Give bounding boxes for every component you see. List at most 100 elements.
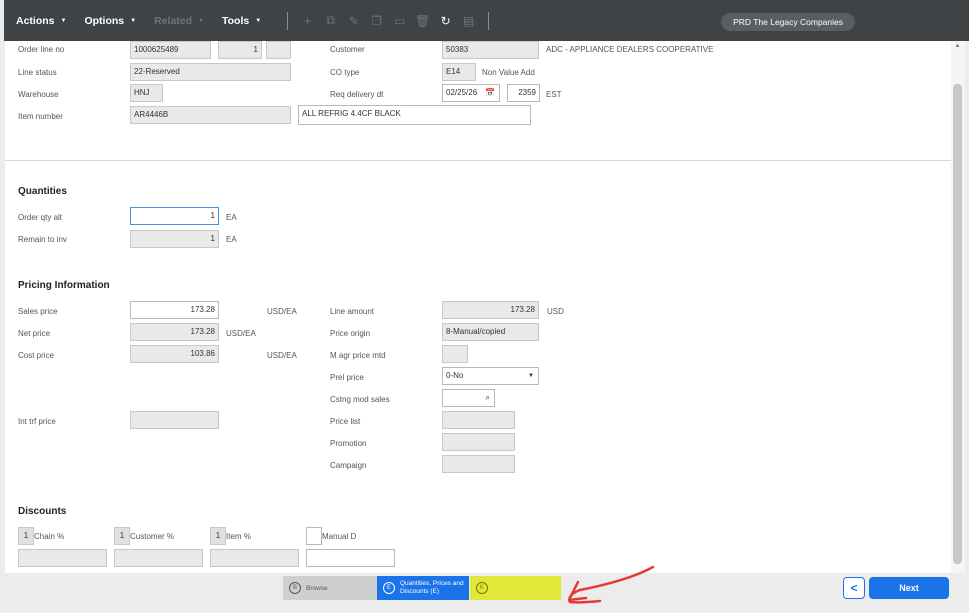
- remain-unit: EA: [226, 235, 237, 244]
- chain-checkbox[interactable]: 1: [18, 527, 34, 545]
- cost-price-label: Cost price: [18, 351, 55, 360]
- price-list-field[interactable]: [442, 411, 515, 429]
- chevron-down-icon: ▼: [198, 17, 204, 24]
- save-icon[interactable]: ▭: [388, 14, 411, 28]
- line-amount-field[interactable]: 173.28: [442, 301, 539, 319]
- copy-icon[interactable]: ⧉: [319, 13, 342, 28]
- co-type-field[interactable]: E14: [442, 63, 476, 81]
- chevron-down-icon: ▼: [255, 17, 262, 24]
- actions-menu[interactable]: Actions ▼: [16, 15, 66, 27]
- tab-qty-label: Quantities, Prices and Discounts (E): [400, 580, 464, 596]
- req-delivery-value: 02/25/26: [446, 88, 478, 97]
- item-discount-label: Item %: [226, 532, 251, 541]
- related-label: Related: [154, 14, 193, 27]
- tab-quantities-prices-discounts[interactable]: E Quantities, Prices and Discounts (E): [377, 576, 469, 600]
- tools-menu[interactable]: Tools ▼: [222, 15, 261, 27]
- discounts-heading: Discounts: [18, 506, 67, 517]
- m-agr-price-label: M agr price mtd: [330, 351, 386, 360]
- duplicate-icon[interactable]: ❐: [365, 14, 388, 28]
- tab-browse-label: Browse: [306, 584, 328, 592]
- company-badge[interactable]: PRD The Legacy Companies: [721, 13, 855, 31]
- add-icon[interactable]: +: [296, 14, 319, 28]
- prel-price-select[interactable]: 0-No ▼: [442, 367, 539, 385]
- m-agr-price-field[interactable]: [442, 345, 468, 363]
- delete-icon[interactable]: 🗑: [411, 14, 434, 28]
- browse-key-icon: B: [289, 582, 301, 594]
- edit-icon[interactable]: ✎: [342, 14, 365, 28]
- item-discount-checkbox[interactable]: 1: [210, 527, 226, 545]
- line-amount-unit: USD: [547, 307, 564, 316]
- tab-k[interactable]: K: [470, 576, 561, 600]
- cost-price-field[interactable]: 103.86: [130, 345, 219, 363]
- options-menu[interactable]: Options ▼: [84, 15, 136, 27]
- order-qty-label: Order qty alt: [18, 213, 63, 222]
- net-price-label: Net price: [18, 329, 51, 338]
- actions-label: Actions: [16, 14, 55, 27]
- search-icon[interactable]: ⌕: [486, 390, 490, 406]
- req-delivery-label: Req delivery dt: [330, 90, 384, 99]
- remain-to-inv-field[interactable]: 1: [130, 230, 219, 248]
- order-qty-input[interactable]: 1: [130, 207, 219, 225]
- chain-label: Chain %: [34, 532, 65, 541]
- req-time-field[interactable]: 2359: [507, 84, 540, 102]
- req-delivery-field[interactable]: 02/25/26 📅: [442, 84, 500, 102]
- sales-price-input[interactable]: 173.28: [130, 301, 219, 319]
- scrollbar-thumb[interactable]: [953, 84, 962, 564]
- tab-browse[interactable]: B Browse: [283, 576, 377, 600]
- warehouse-label: Warehouse: [18, 90, 59, 99]
- sales-price-unit: USD/EA: [267, 307, 297, 316]
- co-type-desc: Non Value Add: [482, 68, 535, 77]
- line-status-field[interactable]: 22-Reserved: [130, 63, 291, 81]
- order-line-no-label: Order line no: [18, 45, 65, 54]
- pricing-heading: Pricing Information: [18, 280, 110, 291]
- line-status-label: Line status: [18, 68, 57, 77]
- quantities-heading: Quantities: [18, 186, 67, 197]
- order-no-field[interactable]: 1000625489: [130, 41, 211, 59]
- item-discount-field[interactable]: [210, 549, 299, 567]
- next-button[interactable]: Next: [869, 577, 949, 599]
- item-description-field[interactable]: ALL REFRIG 4.4CF BLACK: [298, 105, 531, 125]
- manual-discount-field[interactable]: [306, 549, 395, 567]
- line-no-field[interactable]: 1: [218, 41, 262, 59]
- customer-discount-checkbox[interactable]: 1: [114, 527, 130, 545]
- toolbar-divider: [488, 11, 490, 30]
- tools-label: Tools: [221, 14, 250, 27]
- annotation-arrow-icon: [567, 565, 655, 604]
- document-icon[interactable]: ▤: [457, 14, 480, 28]
- toolbar-divider: [287, 11, 289, 30]
- item-number-label: Item number: [18, 112, 63, 121]
- customer-field[interactable]: 50383: [442, 41, 539, 59]
- cost-price-unit: USD/EA: [267, 351, 297, 360]
- k-key-icon: K: [476, 582, 488, 594]
- price-origin-field[interactable]: 8-Manual/copied: [442, 323, 539, 341]
- order-qty-unit: EA: [226, 213, 237, 222]
- timezone-label: EST: [546, 90, 562, 99]
- back-button[interactable]: <: [843, 577, 865, 599]
- customer-name: ADC - APPLIANCE DEALERS COOPERATIVE: [546, 45, 714, 54]
- campaign-field[interactable]: [442, 455, 515, 473]
- int-trf-price-label: Int trf price: [18, 417, 56, 426]
- price-origin-label: Price origin: [330, 329, 371, 338]
- net-price-field[interactable]: 173.28: [130, 323, 219, 341]
- promotion-field[interactable]: [442, 433, 515, 451]
- tab-qty-line1: Quantities, Prices and: [400, 580, 464, 587]
- manual-discount-label: Manual D: [322, 532, 357, 541]
- calendar-icon[interactable]: 📅: [485, 85, 495, 101]
- related-menu[interactable]: Related ▼: [154, 15, 204, 27]
- chain-discount-field[interactable]: [18, 549, 107, 567]
- item-number-field[interactable]: AR4446B: [130, 106, 291, 124]
- refresh-icon[interactable]: ↻: [434, 14, 457, 28]
- prel-price-value: 0-No: [446, 371, 464, 380]
- options-label: Options: [84, 14, 125, 27]
- scroll-up-icon[interactable]: ▲: [953, 43, 962, 53]
- int-trf-price-field[interactable]: [130, 411, 219, 429]
- manual-discount-checkbox[interactable]: [306, 527, 322, 545]
- warehouse-field[interactable]: HNJ: [130, 84, 163, 102]
- line-sub-field[interactable]: [266, 41, 291, 59]
- cstng-mod-sales-input[interactable]: ⌕: [442, 389, 495, 407]
- customer-discount-field[interactable]: [114, 549, 203, 567]
- chevron-down-icon: ▼: [528, 373, 534, 379]
- sales-price-label: Sales price: [18, 307, 58, 316]
- cstng-mod-sales-label: Cstng mod sales: [330, 395, 390, 404]
- customer-label: Customer: [330, 45, 365, 54]
